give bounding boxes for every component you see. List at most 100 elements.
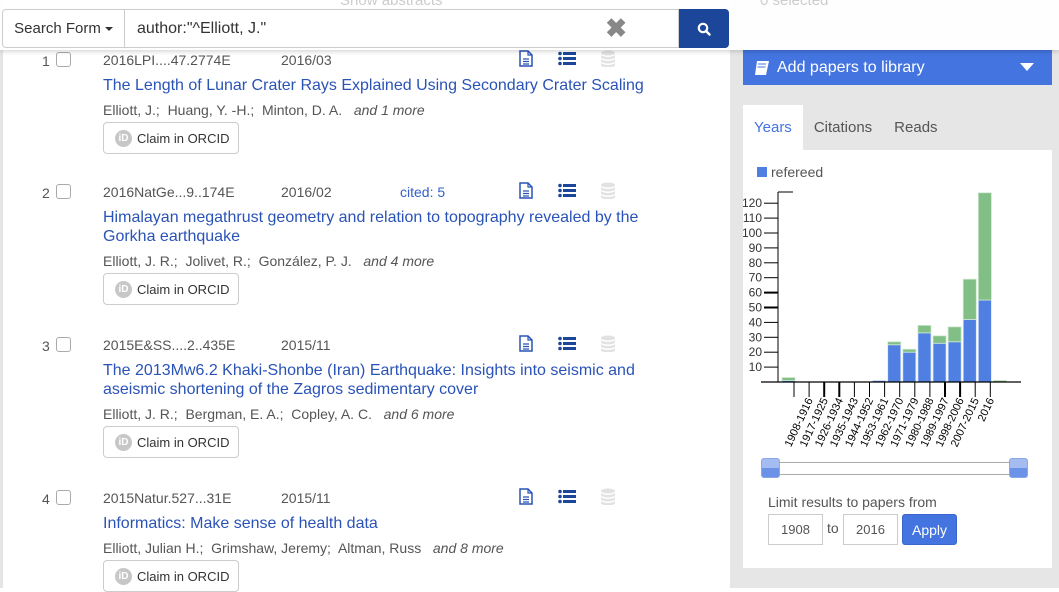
author-list[interactable]: Elliott, J. R.; Bergman, E. A.; Copley, … [103,406,372,422]
result-cited-count[interactable]: cited: 5 [400,184,445,200]
data-database-icon [601,488,615,505]
slider-handle-max[interactable] [1009,458,1028,478]
claim-orcid-button[interactable]: iD Claim in ORCID [103,426,239,458]
selected-count: 0 selected [760,0,829,9]
author-list[interactable]: Elliott, Julian H.; Grimshaw, Jeremy; Al… [103,540,421,556]
data-database-icon [601,335,615,352]
more-authors-link[interactable]: and 8 more [433,540,504,556]
slider-track[interactable] [769,462,1019,475]
bar-refereed [962,319,977,383]
bar-non-refereed [887,341,902,346]
bar-refereed [977,299,992,383]
result-title-link[interactable]: Informatics: Make sense of health data [103,514,673,533]
data-database-icon [601,50,615,67]
result-title-link[interactable]: Himalayan megathrust geometry and relati… [103,208,673,246]
result-authors: Elliott, J. R.; Jolivet, R.; González, P… [103,253,434,269]
result-date: 2015/11 [281,337,331,353]
y-tick-label: 70 [749,271,763,285]
from-year-input[interactable] [768,514,823,545]
y-tick-label: 90 [749,241,763,255]
claim-orcid-label: Claim in ORCID [137,281,230,297]
result-checkbox[interactable] [56,184,71,199]
years-bar-chart: 1020304050607080901001101201908-19161917… [743,191,1021,449]
apply-button[interactable]: Apply [902,514,957,545]
y-tick-label: 100 [743,226,762,240]
search-form-dropdown[interactable]: Search Form [2,9,125,48]
to-year-input[interactable] [843,514,898,545]
y-tick-label: 50 [749,301,763,315]
orcid-icon: iD [115,433,132,451]
result-bibcode[interactable]: 2015Natur.527...31E [103,490,231,506]
result-checkbox[interactable] [56,337,71,352]
y-tick-label: 30 [749,330,763,344]
author-list[interactable]: Elliott, J.; Huang, Y. -H.; Minton, D. A… [103,102,342,118]
result-title-link[interactable]: The Length of Lunar Crater Rays Explaine… [103,76,673,95]
tab-years[interactable]: Years [743,105,803,150]
result-title-link[interactable]: The 2013Mw6.2 Khaki-Shonbe (Iran) Earthq… [103,361,673,399]
page-left-border [0,0,3,588]
bar-non-refereed [977,192,992,301]
claim-orcid-label: Claim in ORCID [137,130,230,146]
search-button[interactable] [679,9,729,48]
bar-refereed [932,342,947,383]
claim-orcid-label: Claim in ORCID [137,568,230,584]
graph-tabs: Years Citations Reads [743,105,1052,150]
references-list-icon[interactable] [558,183,576,198]
result-index: 2 [42,185,50,201]
abstract-document-icon[interactable] [518,335,534,352]
y-tick-label: 40 [749,315,763,329]
tab-citations[interactable]: Citations [803,105,883,150]
abstract-document-icon[interactable] [518,50,534,67]
clear-search-icon[interactable]: ✖ [605,15,627,41]
more-authors-link[interactable]: and 6 more [384,406,455,422]
bar-non-refereed [962,278,977,320]
orcid-icon: iD [115,129,132,147]
bar-refereed [902,351,917,383]
years-chart-panel: refereed 10 20 30 40 50 60 70 80 90 100 110 120 1908… [743,150,1052,568]
result-index: 4 [42,491,50,507]
year-range-slider[interactable] [761,458,1029,480]
claim-orcid-button[interactable]: iD Claim in ORCID [103,273,239,305]
bar-non-refereed [781,377,796,381]
claim-orcid-button[interactable]: iD Claim in ORCID [103,122,239,154]
more-authors-link[interactable]: and 4 more [363,253,434,269]
author-list[interactable]: Elliott, J. R.; Jolivet, R.; González, P… [103,253,352,269]
book-icon [755,60,769,75]
result-bibcode[interactable]: 2016LPI....47.2774E [103,52,231,68]
result-bibcode[interactable]: 2016NatGe...9..174E [103,184,235,200]
claim-orcid-label: Claim in ORCID [137,434,230,450]
result-checkbox[interactable] [56,490,71,505]
y-tick-label: 60 [749,286,763,300]
caret-down-icon [104,26,113,31]
claim-orcid-button[interactable]: iD Claim in ORCID [103,560,239,592]
result-index: 1 [42,53,50,69]
show-abstracts-button[interactable]: Show abstracts [340,0,443,9]
result-date: 2016/02 [281,184,332,200]
bar-non-refereed [932,335,947,344]
tab-reads[interactable]: Reads [883,105,948,150]
search-input[interactable] [125,9,679,48]
add-papers-to-library-button[interactable]: Add papers to library [743,50,1052,85]
result-index: 3 [42,338,50,354]
result-checkbox[interactable] [56,52,71,67]
data-database-icon [601,182,615,199]
orcid-icon: iD [115,280,132,298]
result-bibcode[interactable]: 2015E&SS....2..435E [103,337,235,353]
references-list-icon[interactable] [558,336,576,351]
references-list-icon[interactable] [558,51,576,66]
bar-refereed [947,341,962,383]
search-bar: Search Form ✖ [2,9,729,48]
bar-non-refereed [947,326,962,343]
to-label: to [827,520,839,536]
abstract-document-icon[interactable] [518,182,534,199]
slider-handle-min[interactable] [761,458,780,478]
more-authors-link[interactable]: and 1 more [354,102,425,118]
caret-down-icon[interactable] [1020,63,1034,71]
result-date: 2015/11 [281,490,331,506]
y-tick-label: 120 [743,196,762,210]
orcid-icon: iD [115,567,132,585]
abstract-document-icon[interactable] [518,488,534,505]
references-list-icon[interactable] [558,489,576,504]
y-tick-label: 20 [749,345,763,359]
result-authors: Elliott, J.; Huang, Y. -H.; Minton, D. A… [103,102,425,118]
